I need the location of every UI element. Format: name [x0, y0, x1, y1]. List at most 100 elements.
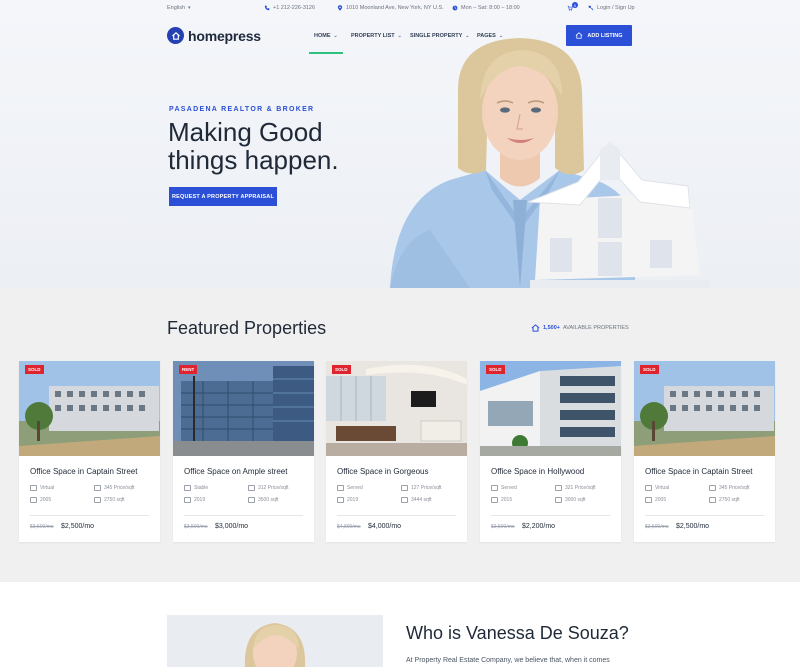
request-appraisal-button[interactable]: REQUEST A PROPERTY APPRAISAL	[169, 187, 277, 206]
old-price: $3,500/mo	[184, 524, 208, 530]
old-price: $3,500/mo	[645, 524, 669, 530]
spec-area: 3000 sqft	[555, 497, 586, 503]
card-divider	[184, 515, 303, 516]
old-price: $3,500/mo	[491, 524, 515, 530]
ruler-icon	[709, 485, 716, 491]
hero-realtor-image	[390, 38, 710, 288]
phone-item[interactable]: +1 212-226-3126	[264, 5, 315, 11]
spec-price-sqft: 321 Price/sqft	[555, 485, 596, 491]
price: $2,500/mo	[61, 523, 95, 530]
building-icon	[491, 485, 498, 491]
hours-text: Mon – Sat: 8:00 – 18:00	[461, 5, 520, 11]
property-card[interactable]: RENT Office Space on Ample street Stable…	[173, 361, 314, 542]
chevron-down-icon: ⌄	[333, 33, 338, 39]
area-icon	[401, 497, 408, 503]
spec-year: 2019	[337, 497, 358, 503]
calendar-icon	[491, 497, 498, 503]
property-photo[interactable]	[480, 361, 621, 456]
price: $4,000/mo	[368, 523, 402, 530]
property-card[interactable]: SOLD Office Space in Captain Street Virt…	[634, 361, 775, 542]
spec-type: Served	[491, 485, 517, 491]
cart-button[interactable]: 0	[567, 2, 578, 11]
card-divider	[491, 515, 610, 516]
property-photo[interactable]	[326, 361, 467, 456]
spec-value: Served	[347, 485, 363, 491]
phone-number: +1 212-226-3126	[273, 5, 316, 11]
address-text: 1010 Moonland Ave, New York, NY U.S.	[346, 5, 444, 11]
calendar-icon	[184, 497, 191, 503]
card-divider	[30, 515, 149, 516]
spec-value: Virtual	[655, 485, 670, 491]
spec-value: 2005	[655, 497, 667, 503]
section-title: Featured Properties	[167, 318, 327, 338]
calendar-icon	[337, 497, 344, 503]
status-badge: SOLD	[486, 365, 505, 374]
nav-item-home[interactable]: HOME ⌄	[314, 33, 338, 39]
calendar-icon	[645, 497, 652, 503]
status-badge: SOLD	[640, 365, 659, 374]
property-title[interactable]: Office Space in Gorgeous	[337, 467, 428, 476]
spec-area: 2750 sqft	[94, 497, 125, 503]
spec-value: 312 Price/sqft	[258, 485, 289, 491]
featured-properties-section: Featured Properties 1,500+ AVAILABLE PRO…	[0, 288, 800, 582]
property-photo[interactable]	[19, 361, 160, 456]
address-item: 1010 Moonland Ave, New York, NY U.S.	[337, 5, 444, 11]
nav-active-indicator	[309, 52, 343, 54]
spec-value: 127 Price/sqft	[411, 485, 442, 491]
language-selector[interactable]: English ▾	[167, 5, 191, 11]
spec-year: 2005	[645, 497, 666, 503]
spec-type: Virtual	[645, 485, 669, 491]
property-photo[interactable]	[173, 361, 314, 456]
status-badge: SOLD	[25, 365, 44, 374]
property-title[interactable]: Office Space on Ample street	[184, 467, 287, 476]
spec-value: 2015	[501, 497, 513, 503]
area-icon	[709, 497, 716, 503]
property-card[interactable]: SOLD Office Space in Captain Street Virt…	[19, 361, 160, 542]
spec-value: Stable	[194, 485, 209, 491]
price: $2,500/mo	[676, 523, 710, 530]
old-price: $4,800/mo	[337, 524, 361, 530]
phone-icon	[264, 5, 270, 11]
property-title[interactable]: Office Space in Hollywood	[491, 467, 584, 476]
available-properties-counter: 1,500+ AVAILABLE PROPERTIES	[531, 324, 629, 332]
property-title[interactable]: Office Space in Captain Street	[30, 467, 137, 476]
spec-value: 3500 sqft	[258, 497, 279, 503]
ruler-icon	[94, 485, 101, 491]
building-icon	[30, 485, 37, 491]
spec-value: 321 Price/sqft	[565, 485, 596, 491]
property-photo[interactable]	[634, 361, 775, 456]
ruler-icon	[555, 485, 562, 491]
card-divider	[645, 515, 764, 516]
nav-label: HOME	[314, 33, 331, 39]
property-card[interactable]: SOLD Office Space in Hollywood Served 32…	[480, 361, 621, 542]
price: $2,200/mo	[522, 523, 556, 530]
login-link[interactable]: Login / Sign Up	[588, 5, 635, 11]
calendar-icon	[30, 497, 37, 503]
spec-year: 2015	[491, 497, 512, 503]
spec-type: Served	[337, 485, 363, 491]
ruler-icon	[401, 485, 408, 491]
hero-eyebrow: PASADENA REALTOR & BROKER	[169, 106, 315, 113]
old-price: $3,500/mo	[30, 524, 54, 530]
spec-area: 3444 sqft	[401, 497, 432, 503]
area-icon	[94, 497, 101, 503]
spec-value: 2750 sqft	[104, 497, 125, 503]
hero-section: English ▾ +1 212-226-3126 1010 Moonland …	[0, 0, 800, 288]
location-pin-icon	[337, 5, 343, 11]
ruler-icon	[248, 485, 255, 491]
house-icon	[531, 324, 540, 332]
building-icon	[337, 485, 344, 491]
property-card[interactable]: SOLD Office Space in Gorgeous Served 127…	[326, 361, 467, 542]
spec-area: 3500 sqft	[248, 497, 279, 503]
spec-area: 2750 sqft	[709, 497, 740, 503]
spec-value: 2019	[347, 497, 359, 503]
key-icon	[588, 5, 594, 11]
cart-count-badge: 0	[572, 2, 578, 8]
available-count: 1,500+	[543, 325, 560, 331]
spec-value: 345 Price/sqft	[104, 485, 135, 491]
property-title[interactable]: Office Space in Captain Street	[645, 467, 752, 476]
status-badge: RENT	[179, 365, 198, 374]
area-icon	[248, 497, 255, 503]
status-badge: SOLD	[332, 365, 351, 374]
site-logo[interactable]: homepress	[167, 27, 261, 44]
